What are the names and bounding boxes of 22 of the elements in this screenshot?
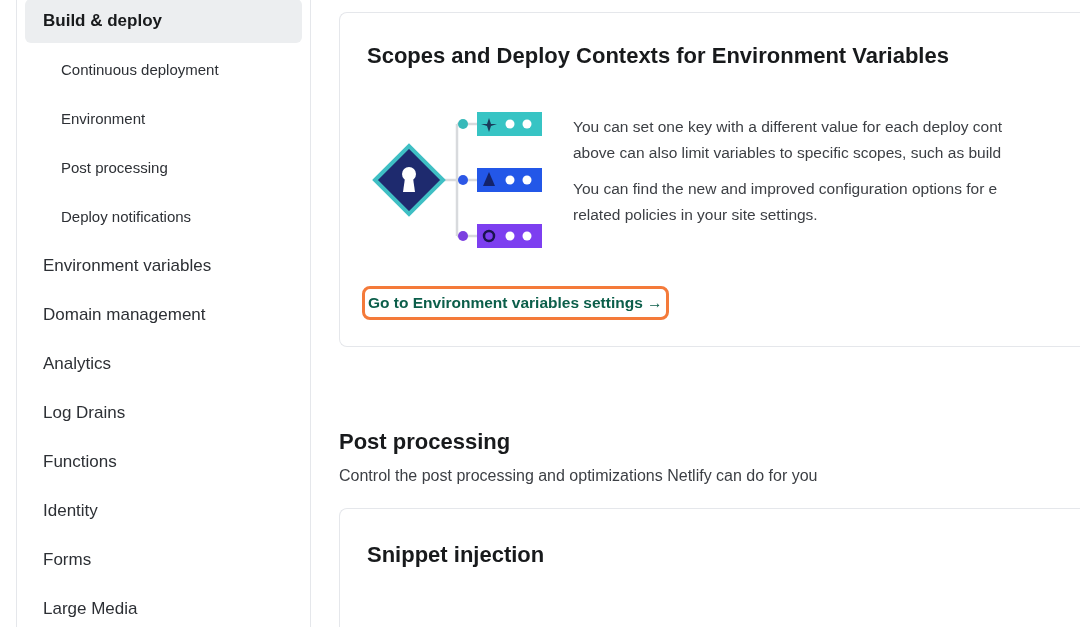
sidebar-subitem[interactable]: Deploy notifications [25, 195, 302, 239]
section-subtitle: Control the post processing and optimizations Netlify can do for you [339, 466, 819, 486]
sidebar-subitem[interactable]: Environment [25, 97, 302, 141]
section-title: Post processing [339, 428, 512, 456]
description-line: You can set one key with a different value for each deploy cont [573, 117, 1003, 137]
sidebar-item[interactable]: Analytics [25, 342, 302, 386]
sidebar-item[interactable]: Domain management [25, 293, 302, 337]
settings-link[interactable]: Go to Environment variables settings → [362, 286, 669, 320]
sidebar-item[interactable]: Forms [25, 538, 302, 582]
description-line: above can also limit variables to specific scopes, such as build [573, 143, 1002, 163]
sidebar-item[interactable]: Environment variables [25, 244, 302, 288]
sidebar-item[interactable]: Build & deploy [25, 0, 302, 43]
sidebar-subitem[interactable]: Post processing [25, 146, 302, 190]
description-line: related policies in your site settings. [573, 205, 818, 225]
card-title: Snippet injection [367, 541, 546, 569]
sidebar-subitem[interactable]: Continuous deployment [25, 48, 302, 92]
sidebar-item[interactable]: Large Media [25, 587, 302, 627]
card-title: Scopes and Deploy Contexts for Environment Variables [367, 42, 950, 70]
sidebar-item[interactable]: Identity [25, 489, 302, 533]
sidebar-item[interactable]: Functions [25, 440, 302, 484]
description-line: You can find the new and improved configuration options for e [573, 179, 998, 199]
sidebar-item[interactable]: Log Drains [25, 391, 302, 435]
